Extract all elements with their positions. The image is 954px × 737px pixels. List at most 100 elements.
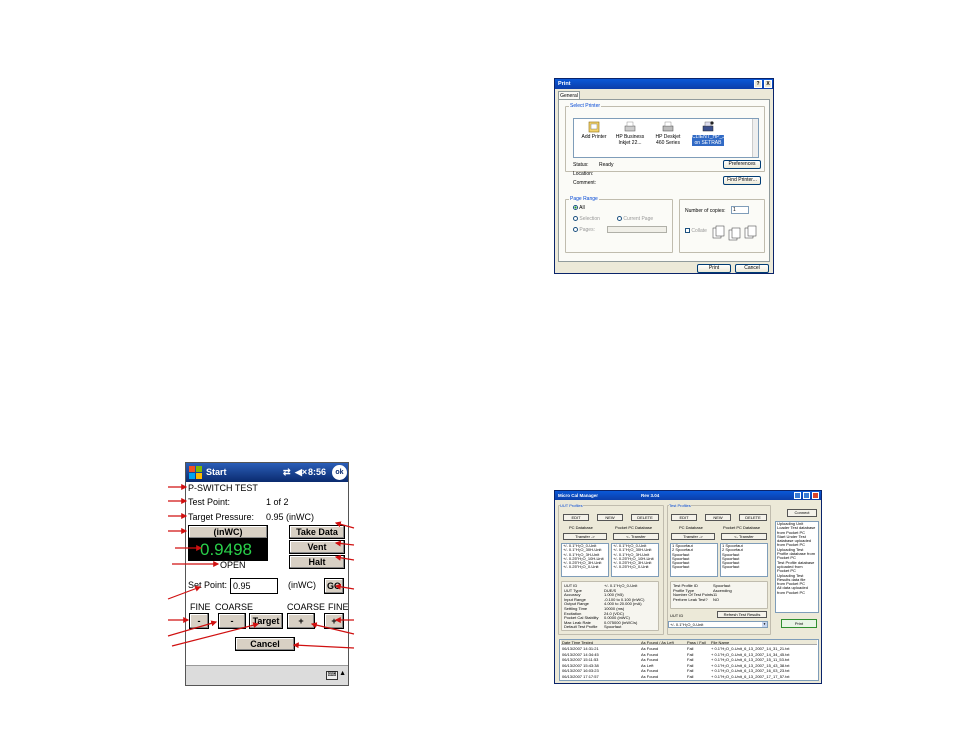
copies-input[interactable]: 1 [731,206,749,214]
preferences-button[interactable]: Preferences [723,160,761,169]
uut-edit-button[interactable]: EDIT [563,514,589,521]
printer-list-scrollbar[interactable] [752,119,758,157]
table-row[interactable]: 06/13/2007 16:03:23 As Found Fail + 0.1"H₂O… [561,668,817,673]
radio-pages[interactable]: Pages: [573,227,595,233]
printer-item-add[interactable]: Add Printer [578,121,610,141]
windows-logo-icon[interactable] [188,465,203,480]
set-point-unit: (inWC) [288,580,316,590]
connect-button[interactable]: Connect [787,509,817,517]
radio-selection[interactable]: Selection [573,216,600,222]
help-button[interactable]: ? [754,80,762,88]
column-header[interactable]: Date Time Tested [562,640,593,645]
go-button[interactable]: GO [324,578,344,594]
vent-button[interactable]: Vent [289,540,345,554]
table-row[interactable]: 06/13/2007 14:34:45 As Found Fail + 0.1"H₂O… [561,652,817,657]
volume-icon[interactable]: ◀× [295,463,307,482]
printer-icon [624,121,636,133]
uut-pocket-pc-list[interactable]: +/- 0.1"H₂O_0-Unit +/- 0.1"H₂O_30H-Unit +/… [611,543,659,577]
fine-decrement-button[interactable]: - [189,613,209,629]
table-cell: As Found [641,668,659,674]
detail-key: Default Test Profile [564,624,598,630]
list-item[interactable]: Spoorfaut [672,565,717,570]
refresh-test-results-button[interactable]: Refresh Test Results [717,611,767,618]
fine-left-label: FINE [190,602,211,612]
uut-pc-list[interactable]: +/- 0.1"H₂O_0-Unit +/- 0.1"H₂O_30H-Unit +/… [561,543,609,577]
detail-value: NO [713,596,719,602]
fine-increment-button[interactable]: + [324,613,344,629]
uut-id-select-value: +/- 0.1"H₂O_0-Unit [670,622,704,627]
uut-details-panel: UUT ID +/- 0.1"H₂O_0-Unit UUT Type DUE/S Acc… [561,581,659,631]
uut-new-button[interactable]: NEW [597,514,623,521]
printer-list[interactable]: Add Printer HP Business Inkjet 22... HP … [573,118,759,158]
cancel-test-button[interactable]: Cancel [235,637,295,651]
detail-key: Perform Leak Test? [673,596,708,602]
coarse-decrement-button[interactable]: - [218,613,246,629]
mcm-print-button[interactable]: Print [781,619,817,628]
radio-current-page[interactable]: Current Page [617,216,653,222]
coarse-increment-button[interactable]: + [287,613,315,629]
start-menu-label[interactable]: Start [206,463,227,482]
list-item[interactable]: +/- 0.25"H₂O_0-Unit [563,565,608,570]
column-header[interactable]: File Name [711,640,729,645]
set-point-input[interactable]: 0.95 [230,578,278,594]
network-printer-icon [702,121,714,133]
test-new-button[interactable]: NEW [705,514,731,521]
list-item[interactable]: +/- 0.25"H₂O_0-Unit [613,565,658,570]
take-data-button[interactable]: Take Data [289,525,345,539]
printer-item-client-hp[interactable]: CLIENT_HP_JNPLUS on SETRAB [692,121,741,146]
test-pc-list[interactable]: 1 Spoorfaut 2 Spoorfaut Spoorfaut Spoorfaut… [670,543,718,577]
table-row[interactable]: 06/13/2007 17:17:57 As Found Fail + 0.1"H₂O… [561,674,817,679]
input-menu-arrow-icon[interactable]: ▲ [339,670,346,677]
printer-item-hp-deskjet[interactable]: HP Deskjet 460 Series [652,121,684,146]
halt-button[interactable]: Halt [289,555,345,569]
printer-item-hp-business[interactable]: HP Business Inkjet 22... [614,121,646,146]
uut-transfer-left-button[interactable]: <- Transfer [613,533,659,540]
table-row[interactable]: 06/13/2007 14:31:21 As Found Fail + 0.1"H₂O… [561,646,817,651]
table-row[interactable]: 06/13/2007 15:11:53 As Found Fail + 0.1"H₂O… [561,657,817,662]
pocket-pc-screen: Start ⇄ ◀× 8:56 ok P-SWITCH TEST Test Po… [185,462,349,686]
clock-time[interactable]: 8:56 [308,463,326,482]
minimize-icon[interactable] [794,492,801,499]
all-label: All [579,205,585,211]
table-cell: + 0.1"H₂O_0-Unit_6_13_2007_16_03_23.txt [711,668,790,674]
test-pc-database-label: PC Database [679,525,703,530]
find-printer-button[interactable]: Find Printer... [723,176,761,185]
radio-selection-dot [573,216,578,222]
connectivity-icon[interactable]: ⇄ [283,463,291,482]
print-dialog-title: Print [558,81,571,87]
table-row[interactable]: 06/13/2007 15:43:38 As Left Fail + 0.1"H₂O_… [561,663,817,668]
test-transfer-left-button[interactable]: <- Transfer [721,533,767,540]
radio-all[interactable]: All [573,205,585,211]
tab-general[interactable]: General [558,91,580,99]
test-transfer-right-button[interactable]: Transfer -> [671,533,715,540]
uut-transfer-right-button[interactable]: Transfer -> [563,533,607,540]
list-item[interactable]: from Pocket PC [777,590,818,595]
dropdown-arrow-icon[interactable]: ▼ [762,622,767,627]
test-pocket-pc-list[interactable]: 1 Spoorfaut 2 Spoorfaut Spoorfaut Spoorfaut… [720,543,768,577]
keyboard-icon[interactable]: ⌨ [326,671,338,680]
collate-checkbox[interactable]: Collate [685,228,707,234]
maximize-icon[interactable] [803,492,810,499]
target-button[interactable]: Target [249,613,283,629]
close-icon[interactable] [812,492,819,499]
table-cell: 06/13/2007 15:43:38 [562,662,599,668]
table-cell: 06/13/2007 14:34:45 [562,651,599,657]
table-cell: As Found [641,646,659,651]
column-header[interactable]: Pass / Fail [687,640,706,645]
close-button[interactable]: X [764,80,772,88]
status-value: Ready [599,162,614,168]
printer-name: HP Business Inkjet 22... [615,134,645,146]
list-item[interactable]: Spoorfaut [722,565,767,570]
pages-input[interactable] [607,226,667,233]
general-panel: Select Printer Add Printer HP Business I… [558,99,770,262]
test-profiles-label: Test Profiles [669,503,691,508]
uut-id-select[interactable]: +/- 0.1"H₂O_0-Unit ▼ [668,621,768,628]
uut-delete-button[interactable]: DELETE [631,514,659,521]
units-button[interactable]: (inWC) [188,525,268,539]
column-header[interactable]: As Found / As Left [641,640,674,645]
ok-button[interactable]: ok [332,465,347,480]
test-delete-button[interactable]: DELETE [739,514,767,521]
print-button[interactable]: Print [697,264,731,273]
test-edit-button[interactable]: EDIT [671,514,697,521]
cancel-button[interactable]: Cancel [735,264,769,273]
